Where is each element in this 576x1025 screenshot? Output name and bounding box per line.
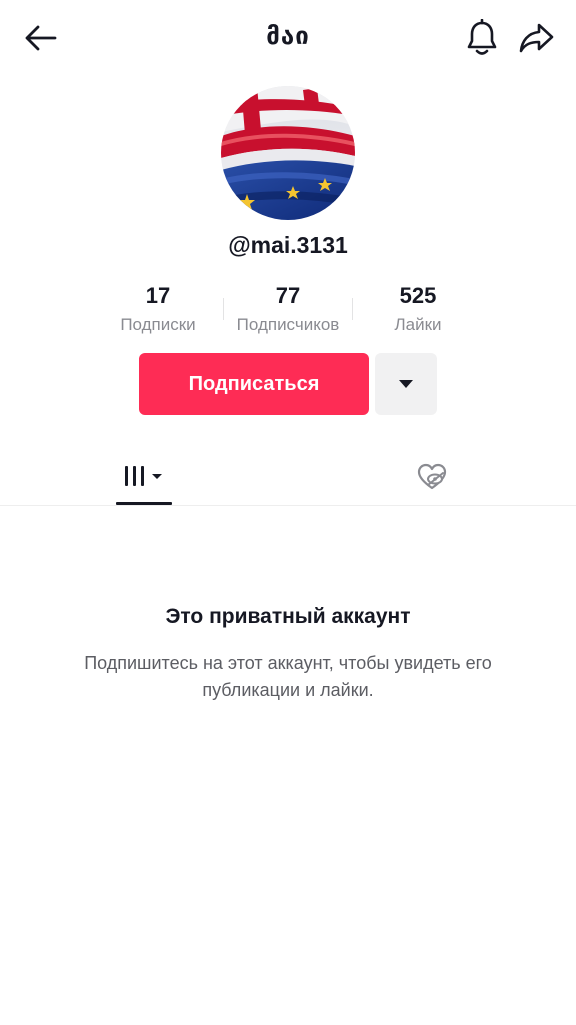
stat-followers[interactable]: 77 Подписчиков — [218, 282, 358, 338]
tab-active-indicator — [116, 502, 172, 505]
stat-label: Лайки — [394, 315, 442, 334]
content-tabs — [0, 448, 576, 506]
page-title: მაი — [266, 22, 310, 50]
username: @mai.3131 — [228, 232, 348, 258]
videos-grid-icon — [125, 466, 162, 486]
stat-label: Подписчиков — [236, 315, 340, 334]
stat-value: 17 — [145, 283, 171, 308]
bell-icon[interactable] — [460, 16, 504, 60]
share-icon[interactable] — [514, 16, 560, 60]
hidden-liked-icon — [417, 463, 447, 490]
stat-value: 525 — [399, 283, 437, 308]
private-account-title: Это приватный аккаунт — [165, 605, 411, 628]
follow-button[interactable]: Подписаться — [139, 353, 369, 415]
private-account-description: Подпишитесь на этот аккаунт, чтобы увиде… — [84, 653, 492, 700]
stat-label: Подписки — [120, 315, 196, 334]
tab-liked[interactable] — [408, 448, 456, 506]
more-options-button[interactable] — [375, 353, 437, 415]
stat-following[interactable]: 17 Подписки — [88, 282, 228, 338]
caret-down-icon — [399, 380, 413, 388]
avatar[interactable] — [221, 86, 355, 220]
tab-videos[interactable] — [116, 448, 172, 506]
header: მაი — [0, 0, 576, 78]
profile-stats: 17 Подписки 77 Подписчиков 525 Лайки — [0, 282, 576, 342]
profile-page: მაი @mai.3131 17 Подписки 77 Подписчиков… — [0, 0, 576, 1025]
stat-value: 77 — [275, 283, 301, 308]
back-arrow-icon[interactable] — [18, 18, 62, 58]
stat-likes[interactable]: 525 Лайки — [348, 282, 488, 338]
